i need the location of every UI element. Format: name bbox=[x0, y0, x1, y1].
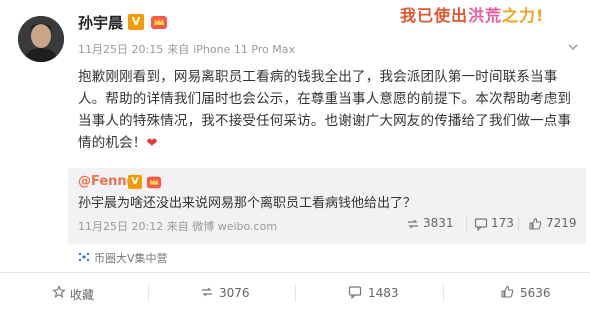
divider bbox=[295, 284, 296, 302]
action-divider bbox=[0, 272, 590, 273]
post-meta: 11月25日 20:15 来自 iPhone 11 Pro Max bbox=[78, 41, 299, 57]
post-device[interactable]: iPhone 11 Pro Max bbox=[193, 43, 295, 56]
divider bbox=[148, 284, 149, 302]
quoted-source-prefix: 来自 bbox=[166, 220, 189, 233]
post-content: 抱歉刚刚看到，网易离职员工看病的钱我全出了，我会派团队第一时间联系当事人。帮助的… bbox=[78, 66, 578, 155]
avatar[interactable] bbox=[18, 16, 64, 62]
like-button[interactable]: 5636 bbox=[520, 286, 551, 300]
divider bbox=[518, 217, 519, 231]
vip-crown-icon bbox=[151, 16, 167, 29]
heart-icon: ❤ bbox=[146, 136, 158, 151]
chevron-down-icon[interactable] bbox=[566, 40, 580, 54]
source-prefix: 来自 bbox=[167, 43, 190, 56]
author-name[interactable]: 孙宇晨 bbox=[78, 12, 123, 33]
quoted-like-count[interactable]: 7219 bbox=[546, 216, 577, 230]
slogan-part2: 洪荒 bbox=[468, 6, 503, 25]
divider bbox=[443, 284, 444, 302]
slogan-part3: 之力! bbox=[502, 6, 545, 25]
slogan-banner: 我已使出洪荒之力! bbox=[400, 2, 544, 26]
comment-icon[interactable] bbox=[348, 285, 362, 299]
favorite-icon[interactable] bbox=[52, 285, 66, 299]
post-time[interactable]: 11月25日 20:15 bbox=[78, 43, 163, 56]
repost-icon[interactable] bbox=[200, 285, 214, 299]
comment-button[interactable]: 1483 bbox=[368, 286, 399, 300]
thumbs-up-icon[interactable] bbox=[528, 217, 542, 231]
quoted-time[interactable]: 11月25日 20:12 bbox=[78, 220, 163, 233]
source-icon bbox=[78, 252, 90, 262]
quoted-comment-count[interactable]: 173 bbox=[491, 216, 514, 230]
quoted-verified-badge-icon: V bbox=[128, 175, 142, 189]
slogan-part1: 我已使出 bbox=[400, 6, 469, 25]
favorite-button[interactable]: 收藏 bbox=[70, 286, 94, 303]
quoted-vip-crown-icon bbox=[146, 176, 162, 189]
verified-badge-icon: V bbox=[128, 14, 144, 30]
quoted-meta: 11月25日 20:12 来自 微博 weibo.com bbox=[78, 218, 277, 234]
divider bbox=[466, 217, 467, 231]
comment-icon[interactable] bbox=[474, 217, 488, 231]
repost-icon[interactable] bbox=[406, 217, 420, 231]
thumbs-up-icon[interactable] bbox=[500, 285, 514, 299]
quoted-repost-count[interactable]: 3831 bbox=[423, 216, 454, 230]
source-label[interactable]: 币圈大V集中营 bbox=[94, 250, 168, 266]
repost-button[interactable]: 3076 bbox=[219, 286, 250, 300]
quoted-text: 孙宇晨为啥还没出来说网易那个离职员工看病钱他给出了？ bbox=[78, 196, 417, 211]
quoted-device[interactable]: 微博 weibo.com bbox=[192, 220, 277, 233]
